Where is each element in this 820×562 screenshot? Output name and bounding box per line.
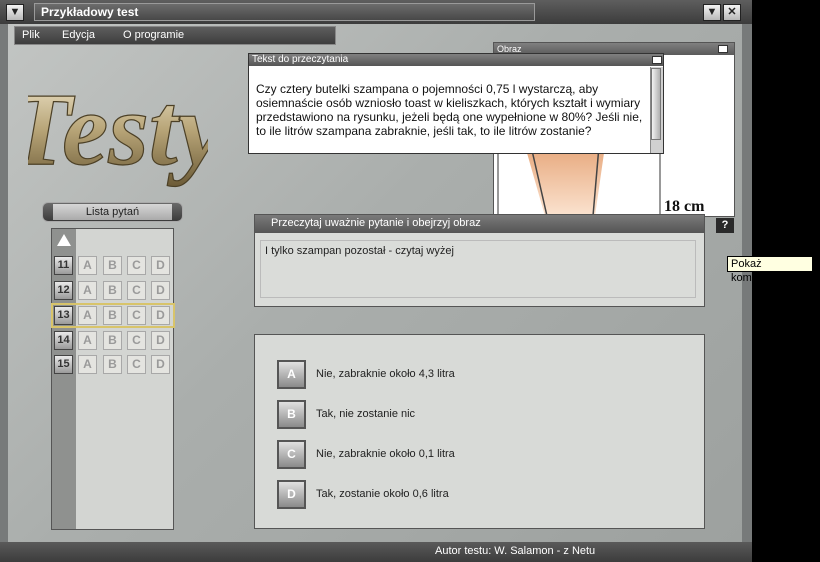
question-option-box[interactable]: A <box>78 331 97 350</box>
question-option-box[interactable]: A <box>78 306 97 325</box>
question-row[interactable]: 15 A B C D <box>53 354 173 375</box>
close-icon: ✕ <box>727 6 737 18</box>
triangle-down-icon: ▼ <box>9 6 21 18</box>
question-option-box[interactable]: A <box>78 355 97 374</box>
text-window-close-button[interactable] <box>652 56 662 64</box>
question-row[interactable]: 12 A B C D <box>53 280 173 301</box>
question-option-box[interactable]: C <box>127 331 146 350</box>
answer-label: Nie, zabraknie około 4,3 litra <box>316 368 455 380</box>
triangle-down-icon: ▼ <box>706 6 718 18</box>
question-option-box[interactable]: D <box>151 256 170 275</box>
question-number[interactable]: 15 <box>54 355 73 374</box>
menu-edycja[interactable]: Edycja <box>62 29 95 41</box>
question-option-box[interactable]: C <box>127 281 146 300</box>
window-menu-button[interactable]: ▼ <box>6 4 24 21</box>
menu-o-programie[interactable]: O programie <box>123 29 184 41</box>
question-option-box[interactable]: D <box>151 331 170 350</box>
question-option-box[interactable]: B <box>103 306 122 325</box>
question-text: Czy cztery butelki szampana o pojemności… <box>256 82 643 138</box>
answer-button[interactable]: B <box>277 400 306 429</box>
text-window-title: Tekst do przeczytania <box>252 54 349 65</box>
question-option-box[interactable]: C <box>127 355 146 374</box>
logo-text: Testy <box>28 72 208 187</box>
answer-label: Nie, zabraknie około 0,1 litra <box>316 448 455 460</box>
answer-button[interactable]: A <box>277 360 306 389</box>
tooltip: Pokaż komentarz <box>727 256 813 284</box>
question-option-box[interactable]: C <box>127 256 146 275</box>
text-scrollbar-thumb[interactable] <box>651 68 661 140</box>
show-comment-button[interactable]: ? <box>716 218 734 233</box>
author-text: Autor testu: W. Salamon - z Netu <box>435 545 596 557</box>
question-option-box[interactable]: B <box>103 355 122 374</box>
question-option-box[interactable]: D <box>151 281 170 300</box>
question-option-box[interactable]: D <box>151 355 170 374</box>
app-logo: Testy <box>28 71 208 187</box>
question-option-box[interactable]: A <box>78 256 97 275</box>
answer-label: Tak, zostanie około 0,6 litra <box>316 488 449 500</box>
question-row[interactable]: 14 A B C D <box>53 330 173 351</box>
comment-text: I tylko szampan pozostał - czytaj wyżej <box>260 240 696 298</box>
menu-plik[interactable]: Plik <box>22 29 40 41</box>
question-option-box[interactable]: D <box>151 306 170 325</box>
question-row[interactable]: 13 A B C D <box>51 303 175 328</box>
question-option-box[interactable]: C <box>127 306 146 325</box>
answer-button[interactable]: D <box>277 480 306 509</box>
window-title: Przykładowy test <box>34 3 535 21</box>
answer-button[interactable]: C <box>277 440 306 469</box>
question-row[interactable]: 11 A B C D <box>53 255 173 276</box>
reading-panel-title: Przeczytaj uważnie pytanie i obejrzyj ob… <box>271 217 481 229</box>
image-window-close-button[interactable] <box>718 45 728 53</box>
question-option-box[interactable]: B <box>103 256 122 275</box>
minimize-button[interactable]: ▼ <box>703 4 721 21</box>
question-option-box[interactable]: A <box>78 281 97 300</box>
question-list-label[interactable]: Lista pytań <box>53 204 172 220</box>
answer-label: Tak, nie zostanie nic <box>316 408 416 420</box>
question-option-box[interactable]: B <box>103 281 122 300</box>
question-number[interactable]: 12 <box>54 281 73 300</box>
question-number[interactable]: 14 <box>54 331 73 350</box>
close-button[interactable]: ✕ <box>723 4 741 21</box>
question-number[interactable]: 11 <box>54 256 73 275</box>
question-option-box[interactable]: B <box>103 331 122 350</box>
status-bar <box>0 542 752 562</box>
scroll-up-button[interactable] <box>56 233 72 247</box>
triangle-up-icon <box>57 234 71 246</box>
question-number[interactable]: 13 <box>54 306 73 325</box>
